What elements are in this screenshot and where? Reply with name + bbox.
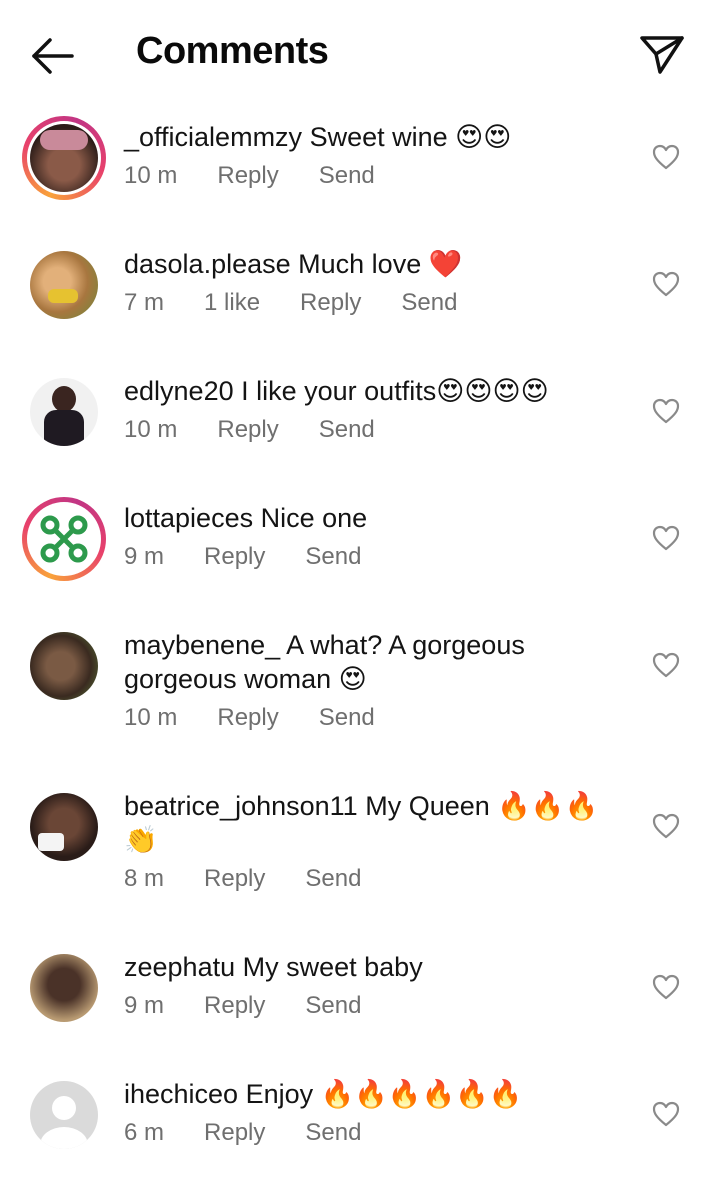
comment-time: 10 m bbox=[124, 162, 178, 189]
page-title: Comments bbox=[136, 30, 329, 72]
comment-body: Nice one bbox=[260, 503, 368, 533]
heart-outline-icon[interactable] bbox=[652, 974, 680, 1000]
avatar-wrap[interactable] bbox=[22, 624, 106, 708]
comment-username[interactable]: edlyne20 bbox=[124, 376, 234, 406]
comment-text: lottapieces Nice one bbox=[124, 501, 624, 535]
paper-plane-icon bbox=[640, 36, 684, 74]
send-button[interactable]: Send bbox=[401, 289, 457, 317]
comment-time: 6 m bbox=[124, 1119, 165, 1146]
avatar bbox=[30, 378, 98, 446]
logo-pattern-icon bbox=[40, 515, 88, 563]
avatar-wrap[interactable] bbox=[22, 243, 106, 327]
heart-outline-icon[interactable] bbox=[652, 813, 680, 839]
comment-username[interactable]: maybenene_ bbox=[124, 630, 280, 660]
send-button[interactable]: Send bbox=[305, 543, 361, 571]
comment-time: 10 m bbox=[124, 416, 178, 443]
comment-item: maybenene_ A what? A gorgeous gorgeous w… bbox=[0, 624, 719, 754]
top-bar: Comments bbox=[0, 0, 719, 108]
reply-button[interactable]: Reply bbox=[300, 289, 361, 317]
comment-text: edlyne20 I like your outfits😍😍😍😍 bbox=[124, 374, 624, 408]
comment-username[interactable]: beatrice_johnson11 bbox=[124, 791, 358, 821]
comment-item: edlyne20 I like your outfits😍😍😍😍 10 m Re… bbox=[0, 370, 719, 470]
comment-time: 9 m bbox=[124, 992, 165, 1019]
send-button[interactable]: Send bbox=[305, 1119, 361, 1147]
send-button[interactable]: Send bbox=[305, 865, 361, 893]
comment-username[interactable]: _officialemmzy bbox=[124, 122, 302, 152]
comment-body: My sweet baby bbox=[242, 952, 423, 982]
avatar-story-ring[interactable] bbox=[22, 497, 106, 581]
arrow-left-icon bbox=[32, 38, 74, 74]
reply-button[interactable]: Reply bbox=[204, 992, 265, 1020]
reply-button[interactable]: Reply bbox=[204, 543, 265, 571]
comment-body: Enjoy 🔥🔥🔥🔥🔥🔥 bbox=[245, 1079, 523, 1109]
comment-item: lottapieces Nice one 9 m Reply Send bbox=[0, 497, 719, 597]
comment-time: 7 m bbox=[124, 289, 165, 316]
reply-button[interactable]: Reply bbox=[204, 865, 265, 893]
avatar bbox=[30, 124, 98, 192]
comment-text: dasola.please Much love ❤️ bbox=[124, 247, 624, 281]
reply-button[interactable]: Reply bbox=[217, 704, 278, 732]
avatar bbox=[30, 954, 98, 1022]
comment-item: dasola.please Much love ❤️ 7 m 1 like Re… bbox=[0, 243, 719, 343]
comment-text: ihechiceo Enjoy 🔥🔥🔥🔥🔥🔥 bbox=[124, 1077, 624, 1111]
heart-outline-icon[interactable] bbox=[652, 652, 680, 678]
comment-body: Much love ❤️ bbox=[298, 249, 463, 279]
comment-username[interactable]: ihechiceo bbox=[124, 1079, 238, 1109]
reply-button[interactable]: Reply bbox=[217, 416, 278, 444]
comment-text: maybenene_ A what? A gorgeous gorgeous w… bbox=[124, 628, 564, 696]
comment-time: 9 m bbox=[124, 543, 165, 570]
comment-item: ihechiceo Enjoy 🔥🔥🔥🔥🔥🔥 6 m Reply Send bbox=[0, 1073, 719, 1173]
comment-username[interactable]: dasola.please bbox=[124, 249, 291, 279]
like-count[interactable]: 1 like bbox=[204, 289, 260, 317]
comment-text: beatrice_johnson11 My Queen 🔥🔥🔥👏 bbox=[124, 789, 624, 857]
avatar bbox=[30, 632, 98, 700]
heart-outline-icon[interactable] bbox=[652, 398, 680, 424]
send-button[interactable]: Send bbox=[319, 416, 375, 444]
send-button[interactable]: Send bbox=[305, 992, 361, 1020]
avatar-story-ring[interactable] bbox=[22, 116, 106, 200]
share-button[interactable] bbox=[638, 32, 686, 76]
comment-time: 8 m bbox=[124, 865, 165, 892]
comment-body: Sweet wine 😍😍 bbox=[309, 122, 512, 152]
avatar-wrap[interactable] bbox=[22, 785, 106, 869]
heart-outline-icon[interactable] bbox=[652, 1101, 680, 1127]
avatar bbox=[30, 1081, 98, 1149]
back-button[interactable] bbox=[28, 36, 78, 76]
avatar-wrap[interactable] bbox=[22, 370, 106, 454]
heart-outline-icon[interactable] bbox=[652, 525, 680, 551]
reply-button[interactable]: Reply bbox=[217, 162, 278, 190]
heart-outline-icon[interactable] bbox=[652, 271, 680, 297]
avatar bbox=[30, 505, 98, 573]
heart-outline-icon[interactable] bbox=[652, 144, 680, 170]
avatar-wrap[interactable] bbox=[22, 946, 106, 1030]
comment-item: beatrice_johnson11 My Queen 🔥🔥🔥👏 8 m Rep… bbox=[0, 785, 719, 915]
comment-username[interactable]: lottapieces bbox=[124, 503, 253, 533]
send-button[interactable]: Send bbox=[319, 704, 375, 732]
send-button[interactable]: Send bbox=[319, 162, 375, 190]
avatar bbox=[30, 793, 98, 861]
default-avatar-icon bbox=[40, 1096, 88, 1149]
avatar bbox=[30, 251, 98, 319]
avatar-wrap[interactable] bbox=[22, 1073, 106, 1157]
comment-item: _officialemmzy Sweet wine 😍😍 10 m Reply … bbox=[0, 116, 719, 216]
comment-body: I like your outfits😍😍😍😍 bbox=[241, 376, 549, 406]
reply-button[interactable]: Reply bbox=[204, 1119, 265, 1147]
comment-item: zeephatu My sweet baby 9 m Reply Send bbox=[0, 946, 719, 1046]
comment-username[interactable]: zeephatu bbox=[124, 952, 235, 982]
comment-time: 10 m bbox=[124, 704, 178, 731]
comment-text: _officialemmzy Sweet wine 😍😍 bbox=[124, 120, 624, 154]
comment-text: zeephatu My sweet baby bbox=[124, 950, 624, 984]
